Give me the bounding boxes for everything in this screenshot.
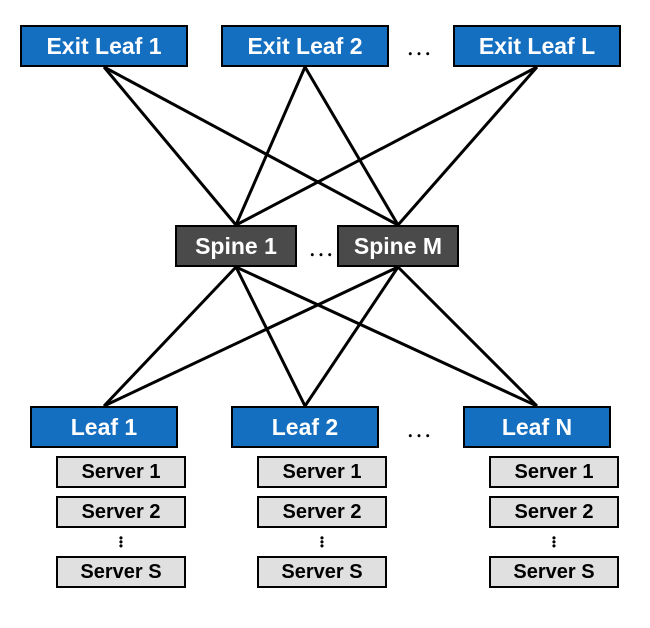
topology-diagram: Exit Leaf 1 Exit Leaf 2 … Exit Leaf L Sp… (0, 0, 650, 628)
server-vdots: ••• (116, 536, 126, 548)
server-box: Server S (489, 556, 619, 588)
leaf-1: Leaf 1 (30, 406, 178, 448)
leaf-N: Leaf N (463, 406, 611, 448)
server-box: Server 2 (489, 496, 619, 528)
exit-leaf-L: Exit Leaf L (453, 25, 621, 67)
server-box: Server 2 (56, 496, 186, 528)
exit-leaf-1: Exit Leaf 1 (20, 25, 188, 67)
server-box: Server S (257, 556, 387, 588)
server-vdots: ••• (317, 536, 327, 548)
server-vdots: ••• (549, 536, 559, 548)
server-box: Server 2 (257, 496, 387, 528)
exit-leaf-2: Exit Leaf 2 (221, 25, 389, 67)
spine-ellipsis: … (308, 235, 334, 261)
server-box: Server 1 (56, 456, 186, 488)
server-box: Server S (56, 556, 186, 588)
server-box: Server 1 (489, 456, 619, 488)
leaf-ellipsis: … (406, 416, 432, 442)
spine-M: Spine M (337, 225, 459, 267)
server-box: Server 1 (257, 456, 387, 488)
spine-1: Spine 1 (175, 225, 297, 267)
leaf-2: Leaf 2 (231, 406, 379, 448)
exit-leaf-ellipsis: … (406, 34, 432, 60)
